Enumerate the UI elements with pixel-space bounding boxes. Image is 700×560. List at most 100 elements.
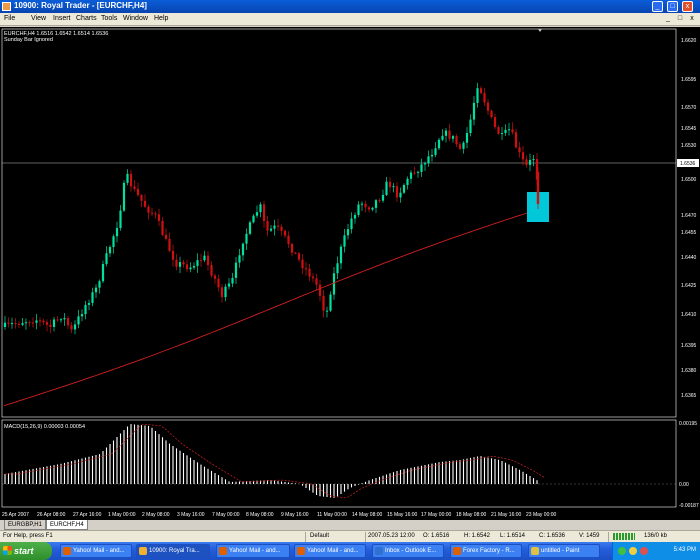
start-button[interactable]: start <box>0 542 52 560</box>
mdi-restore-button[interactable]: □ <box>675 14 685 24</box>
candle-body <box>371 207 374 210</box>
tray-security-icon[interactable] <box>640 547 648 555</box>
candle-body <box>178 262 182 267</box>
status-open: O: 1.6516 <box>423 533 450 539</box>
candle-body <box>42 320 45 323</box>
candle-body <box>255 212 259 216</box>
candle-body <box>17 323 21 325</box>
candle-body <box>378 200 381 202</box>
candle-body <box>395 186 399 198</box>
taskbar-button-forex-factory[interactable]: Forex Factory - R... <box>450 544 522 558</box>
price-tick-label: 1.6595 <box>681 77 697 83</box>
candle-body <box>262 204 266 221</box>
tray-network-icon[interactable] <box>618 547 626 555</box>
macd-tick-label: 0.00195 <box>679 421 697 427</box>
last-candle-body <box>536 172 540 204</box>
candle-body <box>80 314 84 317</box>
time-tick-label: 18 May 08:00 <box>456 512 487 518</box>
menu-insert[interactable]: Insert <box>53 15 71 22</box>
candle-body <box>210 264 213 276</box>
tray-volume-icon[interactable] <box>629 547 637 555</box>
taskbar-button-yahoo-mail-1[interactable]: Yahoo! Mail - and... <box>60 544 132 558</box>
candle-body <box>168 238 171 251</box>
macd-header: MACD(15,26,9) 0.00003 0.00054 <box>4 424 85 430</box>
taskbar-button-label: Yahoo! Mail - and... <box>307 548 359 554</box>
candle-body <box>52 319 56 327</box>
taskbar-button-yahoo-mail-2[interactable]: Yahoo! Mail - and... <box>216 544 290 558</box>
candle-body <box>427 156 430 164</box>
candle-body <box>217 278 220 288</box>
minimize-button[interactable]: _ <box>652 1 663 12</box>
mdi-minimize-button[interactable]: _ <box>663 14 673 24</box>
time-tick-label: 7 May 00:00 <box>212 512 240 518</box>
candle-body <box>434 148 437 155</box>
candle-body <box>87 303 91 305</box>
candle-body <box>63 318 66 320</box>
status-high: H: 1.6542 <box>464 533 491 539</box>
mdi-close-button[interactable]: x <box>687 14 697 24</box>
candle-body <box>350 218 353 230</box>
application-window: 10900: Royal Trader - [EURCHF,H4] _ □ x … <box>0 0 700 560</box>
taskbar-button-paint[interactable]: untitled - Paint <box>528 544 600 558</box>
menu-charts[interactable]: Charts <box>76 15 97 22</box>
time-tick-label: 15 May 16:00 <box>387 512 418 518</box>
browser-icon <box>219 547 227 555</box>
candle-body <box>21 323 24 325</box>
candle-body <box>458 144 462 149</box>
current-price-label: 1.6536 <box>680 161 696 167</box>
chart-window[interactable]: 1.66201.65951.65701.65451.65301.65151.65… <box>0 27 700 520</box>
candle-body <box>444 130 448 136</box>
price-tick-label: 1.6440 <box>681 255 697 261</box>
price-tick-label: 1.6620 <box>681 38 697 44</box>
macd-tick-label: 0.00 <box>679 482 689 488</box>
app-icon <box>2 2 11 11</box>
close-button[interactable]: x <box>682 1 693 12</box>
candle-body <box>490 110 493 118</box>
menu-window[interactable]: Window <box>123 15 148 22</box>
candle-body <box>196 260 199 266</box>
price-tick-label: 1.6500 <box>681 177 697 183</box>
taskbar-button-label: Yahoo! Mail - and... <box>229 548 281 554</box>
price-tick-label: 1.6570 <box>681 105 697 111</box>
menu-tools[interactable]: Tools <box>101 15 117 22</box>
taskbar-button-outlook[interactable]: Inbox - Outlook E... <box>372 544 444 558</box>
candle-body <box>413 172 416 174</box>
time-tick-label: 23 May 00:00 <box>526 512 557 518</box>
taskbar: start Yahoo! Mail - and... 10900: Royal … <box>0 542 700 560</box>
candle-body <box>500 133 504 135</box>
taskbar-button-label: Inbox - Outlook E... <box>385 548 437 554</box>
tab-eurchf-h4[interactable]: EURCHF,H4 <box>46 520 88 530</box>
candle-body <box>388 181 392 188</box>
taskbar-button-label: Forex Factory - R... <box>463 548 515 554</box>
chart-subheader: Sunday Bar Ignored <box>4 37 53 43</box>
candle-body <box>241 243 245 256</box>
candle-body <box>220 287 224 298</box>
candle-body <box>476 88 479 103</box>
menu-file[interactable]: File <box>4 15 15 22</box>
menu-view[interactable]: View <box>31 15 46 22</box>
status-separator <box>608 532 609 542</box>
candle-body <box>140 195 143 201</box>
price-tick-label: 1.6410 <box>681 312 697 318</box>
price-chart[interactable]: 1.66201.65951.65701.65451.65301.65151.65… <box>0 27 700 520</box>
price-tick-label: 1.6425 <box>681 283 697 289</box>
time-axis: 25 Apr 2007 26 Apr 08:00 27 Apr 16:00 1 May… <box>2 512 557 518</box>
candle-body <box>479 88 483 94</box>
trader-app-icon <box>139 547 147 555</box>
menu-help[interactable]: Help <box>154 15 168 22</box>
candle-body <box>35 320 38 323</box>
candle-body <box>129 173 133 187</box>
menu-bar: File View Insert Charts Tools Window Hel… <box>0 13 700 26</box>
taskbar-button-royal-trader[interactable]: 10900: Royal Tra... <box>136 544 210 558</box>
candle-body <box>374 200 378 208</box>
candle-body <box>101 264 105 282</box>
candle-body <box>154 213 157 215</box>
maximize-button[interactable]: □ <box>667 1 678 12</box>
tab-eurgbp-h1[interactable]: EURGBP,H1 <box>4 520 46 530</box>
candle-body <box>45 322 49 325</box>
candle-body <box>161 220 164 235</box>
candle-body <box>112 236 115 248</box>
taskbar-button-yahoo-mail-3[interactable]: Yahoo! Mail - and... <box>294 544 366 558</box>
candle-body <box>164 234 168 239</box>
title-bar[interactable]: 10900: Royal Trader - [EURCHF,H4] _ □ x <box>0 0 700 13</box>
